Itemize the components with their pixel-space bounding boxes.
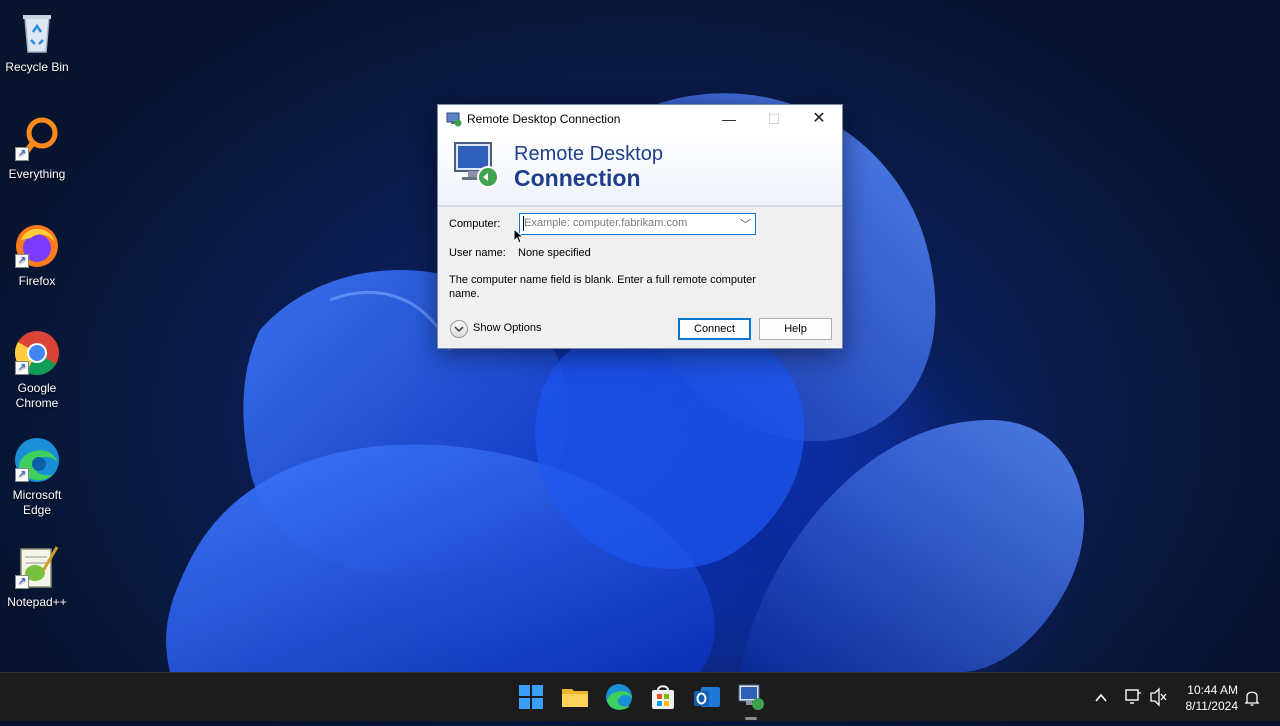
username-value: None specified	[518, 247, 591, 259]
remote-desktop-dialog: Remote Desktop Connection — ☐ ✕ Remote D…	[437, 104, 843, 349]
taskbar: 10:44 AM 8/11/2024	[0, 672, 1280, 721]
minimize-button[interactable]: —	[706, 105, 752, 133]
shortcut-arrow-icon: ↗	[15, 147, 29, 161]
shortcut-arrow-icon: ↗	[15, 468, 29, 482]
taskbar-outlook[interactable]	[691, 681, 723, 713]
computer-placeholder: Example: computer.fabrikam.com	[524, 217, 688, 229]
desktop-icon-google-chrome[interactable]: ↗ Google Chrome	[0, 329, 74, 411]
shortcut-arrow-icon: ↗	[15, 254, 29, 268]
desktop-icon-label: Microsoft Edge	[12, 488, 62, 517]
blank-computer-message: The computer name field is blank. Enter …	[449, 274, 756, 300]
dialog-title: Remote Desktop Connection	[467, 112, 621, 126]
desktop-icon-notepad-plus-plus[interactable]: ↗ Notepad++	[0, 543, 74, 610]
mouse-cursor-icon	[513, 228, 523, 244]
start-icon	[519, 685, 543, 709]
recycle-bin-icon	[13, 8, 61, 56]
maximize-icon: ☐	[767, 111, 781, 127]
shortcut-arrow-icon: ↗	[15, 361, 29, 375]
network-button[interactable]	[1124, 673, 1142, 721]
show-options-chevron-icon[interactable]	[450, 320, 468, 338]
file-explorer-icon	[562, 689, 588, 707]
show-hidden-icons-button[interactable]	[1092, 673, 1110, 721]
username-label: User name:	[449, 247, 506, 259]
connect-button[interactable]: Connect	[678, 318, 751, 340]
network-icon	[1125, 689, 1141, 704]
help-button[interactable]: Help	[759, 318, 832, 340]
edge-icon: ↗	[13, 436, 61, 484]
banner-title-line2: Connection	[514, 165, 641, 191]
chrome-icon: ↗	[13, 329, 61, 377]
volume-muted-icon	[1150, 687, 1167, 707]
taskbar-remote-desktop[interactable]	[735, 681, 767, 720]
dialog-titlebar[interactable]: Remote Desktop Connection — ☐ ✕	[438, 105, 842, 133]
everything-search-icon: ↗	[13, 115, 61, 163]
desktop-icon-label: Everything	[8, 167, 66, 181]
maximize-button: ☐	[751, 105, 797, 133]
computer-label: Computer:	[449, 218, 501, 230]
taskbar-file-explorer[interactable]	[559, 681, 591, 713]
notepad-plus-plus-icon: ↗	[13, 543, 61, 591]
shortcut-arrow-icon: ↗	[15, 575, 29, 589]
minimize-icon: —	[722, 111, 736, 127]
store-icon	[652, 685, 674, 709]
desktop-icon-everything[interactable]: ↗ Everything	[0, 115, 74, 182]
computer-combobox[interactable]: Example: computer.fabrikam.com ﹀	[519, 213, 756, 235]
desktop-icon-firefox[interactable]: ↗ Firefox	[0, 222, 74, 289]
desktop-icon-recycle-bin[interactable]: Recycle Bin	[0, 8, 74, 75]
text-caret	[523, 216, 524, 231]
bell-icon	[1244, 691, 1260, 706]
taskbar-store[interactable]	[647, 681, 679, 713]
dialog-banner: Remote Desktop Connection	[438, 133, 842, 207]
edge-icon	[606, 684, 632, 710]
firefox-icon: ↗	[13, 222, 61, 270]
close-icon: ✕	[812, 110, 826, 127]
close-button[interactable]: ✕	[796, 105, 842, 133]
desktop-icon-label: Google Chrome	[15, 381, 59, 410]
taskbar-edge[interactable]	[603, 681, 635, 713]
clock-date: 8/11/2024	[1185, 699, 1239, 713]
desktop-icon-label: Firefox	[18, 274, 56, 288]
desktop-icon-microsoft-edge[interactable]: ↗ Microsoft Edge	[0, 436, 74, 518]
chevron-down-icon[interactable]: ﹀	[740, 216, 751, 232]
start-button[interactable]	[515, 681, 547, 713]
desktop-icon-label: Notepad++	[7, 595, 67, 609]
outlook-icon	[694, 687, 720, 707]
remote-desktop-logo-icon	[452, 139, 502, 189]
clock-time: 10:44 AM	[1187, 683, 1238, 697]
remote-desktop-icon	[738, 684, 764, 710]
notifications-button[interactable]	[1243, 673, 1261, 721]
banner-title-line1: Remote Desktop	[514, 143, 663, 165]
remote-desktop-icon	[446, 111, 462, 127]
chevron-up-icon	[1095, 693, 1107, 702]
volume-button[interactable]	[1149, 673, 1167, 721]
desktop-icon-label: Recycle Bin	[5, 60, 69, 74]
taskbar-clock[interactable]: 10:44 AM 8/11/2024	[1186, 682, 1239, 714]
show-options-link[interactable]: Show Options	[473, 322, 541, 334]
